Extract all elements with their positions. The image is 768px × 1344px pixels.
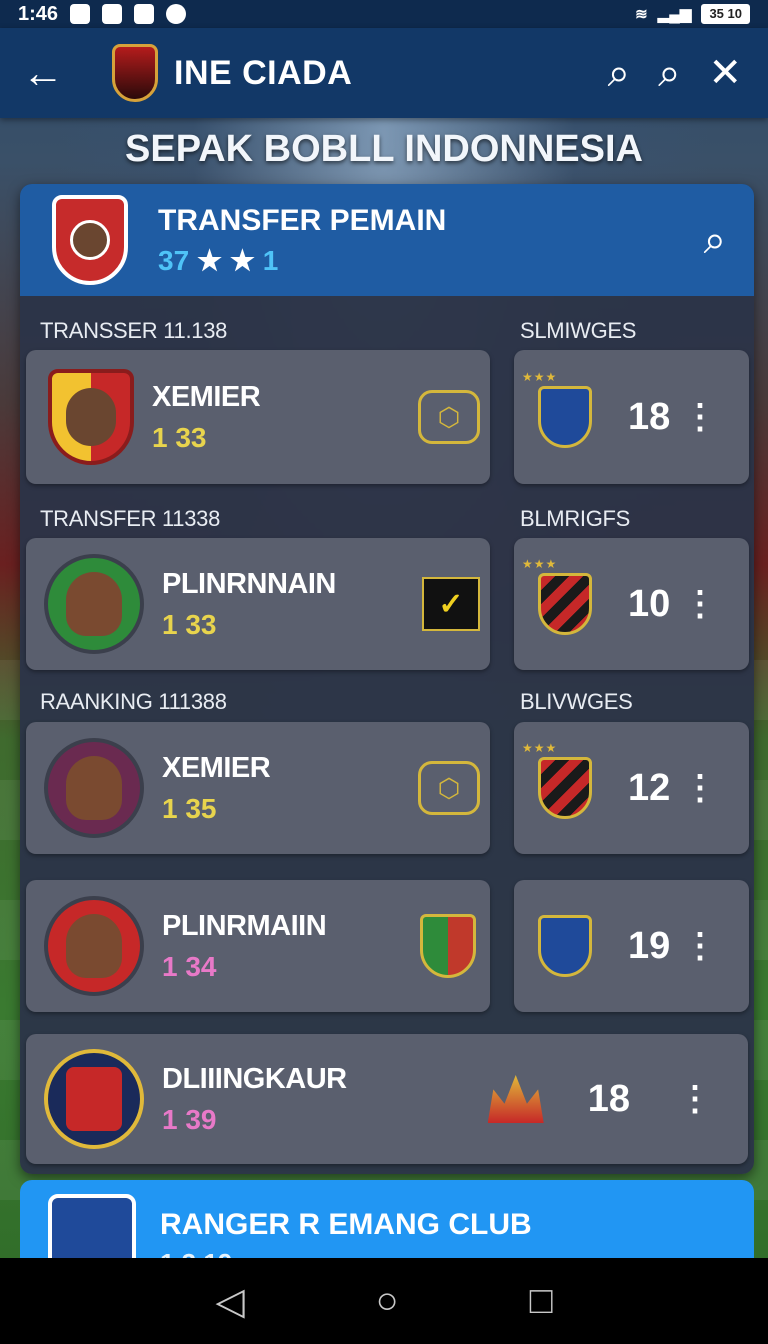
player-face	[66, 572, 122, 636]
panel-sub-number: 37	[158, 244, 190, 276]
player-card[interactable]: XEMIER 1 35 ⬡	[26, 722, 490, 854]
star-icon: ★★★	[522, 370, 558, 384]
player-name: PLINRNNAIN	[162, 567, 336, 600]
club-crest	[538, 386, 592, 448]
club-logo	[112, 44, 158, 102]
star-icon: ★★★	[522, 741, 558, 755]
more-options-icon[interactable]: ⋮	[683, 771, 717, 805]
player-avatar	[44, 896, 144, 996]
play-icon	[134, 4, 155, 24]
arrow-left-icon[interactable]: ←	[22, 52, 82, 94]
club-card[interactable]: ★★★ 18 ⋮	[514, 350, 749, 484]
player-name: XEMIER	[162, 751, 271, 784]
club-crest	[538, 573, 592, 635]
app-title: INE CIADA	[174, 53, 353, 92]
panel-sub-tail: 1	[262, 244, 279, 276]
star-icon: ★★★	[522, 557, 558, 571]
page-headline: SEPAK BOBLL INDONNESIA	[125, 128, 643, 170]
player-number: 1 35	[162, 792, 217, 824]
player-name: PLINRMAIIN	[162, 909, 327, 942]
club-crest	[48, 1194, 136, 1260]
more-options-icon[interactable]: ⋮	[683, 400, 717, 434]
section-right-label: SLMIWGES	[520, 318, 637, 343]
more-options-icon[interactable]: ⋮	[678, 1082, 712, 1116]
panel-subtitle: 37 ★ ★ 1	[158, 244, 446, 277]
player-avatar	[44, 554, 144, 654]
player-card[interactable]: PLINRNNAIN 1 33 ✓	[26, 538, 490, 670]
sponsor-swoosh-icon: ✓	[422, 577, 480, 631]
search-icon[interactable]: ⌕	[608, 53, 630, 93]
club-card[interactable]: ★★★ 10 ⋮	[514, 538, 749, 670]
player-number: 1 33	[162, 608, 217, 640]
wifi-icon: ≋	[635, 6, 648, 23]
player-face	[70, 220, 110, 260]
player-face	[66, 388, 116, 446]
player-avatar	[44, 738, 144, 838]
app-bar: ← INE CIADA ⌕ ⌕ ✕	[0, 28, 768, 118]
club-value: 10	[628, 582, 671, 625]
panel-title: TRANSFER PEMAIN	[158, 203, 447, 237]
recents-square-icon[interactable]: □	[530, 1280, 553, 1323]
club-shield-icon	[420, 914, 476, 978]
club-card[interactable]: ★★★ 12 ⋮	[514, 722, 749, 854]
compass-icon	[166, 4, 187, 24]
player-card[interactable]: XEMIER 1 33 ⬡	[26, 350, 490, 484]
crown-icon	[487, 1075, 544, 1123]
back-triangle-icon[interactable]: ◁	[215, 1279, 244, 1324]
camera-icon	[102, 4, 123, 24]
section-label: TRANSSER 11.138	[40, 318, 228, 343]
club-badge-icon	[44, 1049, 144, 1149]
signal-icon: ▂▄▆	[657, 6, 692, 23]
featured-club-title: RANGER R EMANG CLUB	[160, 1208, 532, 1241]
more-options-icon[interactable]: ⋮	[683, 929, 717, 963]
player-face	[66, 756, 122, 820]
club-crest	[538, 915, 592, 977]
section-right-label: BLMRIGFS	[520, 506, 631, 531]
club-card[interactable]: 19 ⋮	[514, 880, 749, 1012]
player-face	[66, 914, 122, 978]
section-label: RAANKING 111388	[40, 689, 227, 714]
player-avatar	[48, 369, 134, 465]
home-circle-icon[interactable]: ○	[376, 1280, 399, 1323]
player-number: 1 34	[162, 950, 217, 982]
more-options-icon[interactable]: ⋮	[683, 587, 717, 621]
player-name: XEMIER	[152, 380, 261, 413]
section-right-label: BLIVWGES	[520, 689, 633, 714]
status-time: 1:46	[18, 2, 59, 25]
notification-icon	[70, 4, 91, 24]
league-badge-icon: ⬡	[418, 390, 480, 444]
search-icon[interactable]: ⌕	[658, 53, 680, 93]
star-icon: ★ ★	[196, 244, 255, 276]
player-card[interactable]: PLINRMAIIN 1 34	[26, 880, 490, 1012]
section-label: TRANSFER 11338	[40, 506, 221, 531]
app-bar-actions: ⌕ ⌕ ✕	[608, 53, 742, 93]
player-number: 1 33	[152, 421, 207, 453]
badge-emblem	[66, 1067, 122, 1131]
club-value: 19	[628, 924, 671, 967]
search-icon[interactable]: ⌕	[704, 218, 726, 263]
battery-indicator: 35 10	[701, 4, 750, 24]
system-nav-bar: ◁ ○ □	[0, 1258, 768, 1344]
player-card-wide[interactable]: DLIIINGKAUR 1 39 18 ⋮	[26, 1034, 748, 1164]
club-value: 12	[628, 766, 671, 809]
player-number: 1 39	[162, 1103, 217, 1135]
league-badge-icon: ⬡	[418, 761, 480, 815]
player-crest	[52, 195, 128, 285]
status-bar: 1:46 ≋ ▂▄▆ 35 10	[0, 0, 768, 28]
featured-club-card[interactable]: RANGER R EMANG CLUB 1 3 19	[20, 1180, 754, 1260]
club-crest	[538, 757, 592, 819]
player-name: DLIIINGKAUR	[162, 1062, 347, 1095]
close-icon[interactable]: ✕	[708, 53, 742, 93]
club-value: 18	[587, 1077, 630, 1120]
club-value: 18	[628, 395, 671, 438]
panel-header: TRANSFER PEMAIN 37 ★ ★ 1 ⌕	[20, 184, 754, 296]
